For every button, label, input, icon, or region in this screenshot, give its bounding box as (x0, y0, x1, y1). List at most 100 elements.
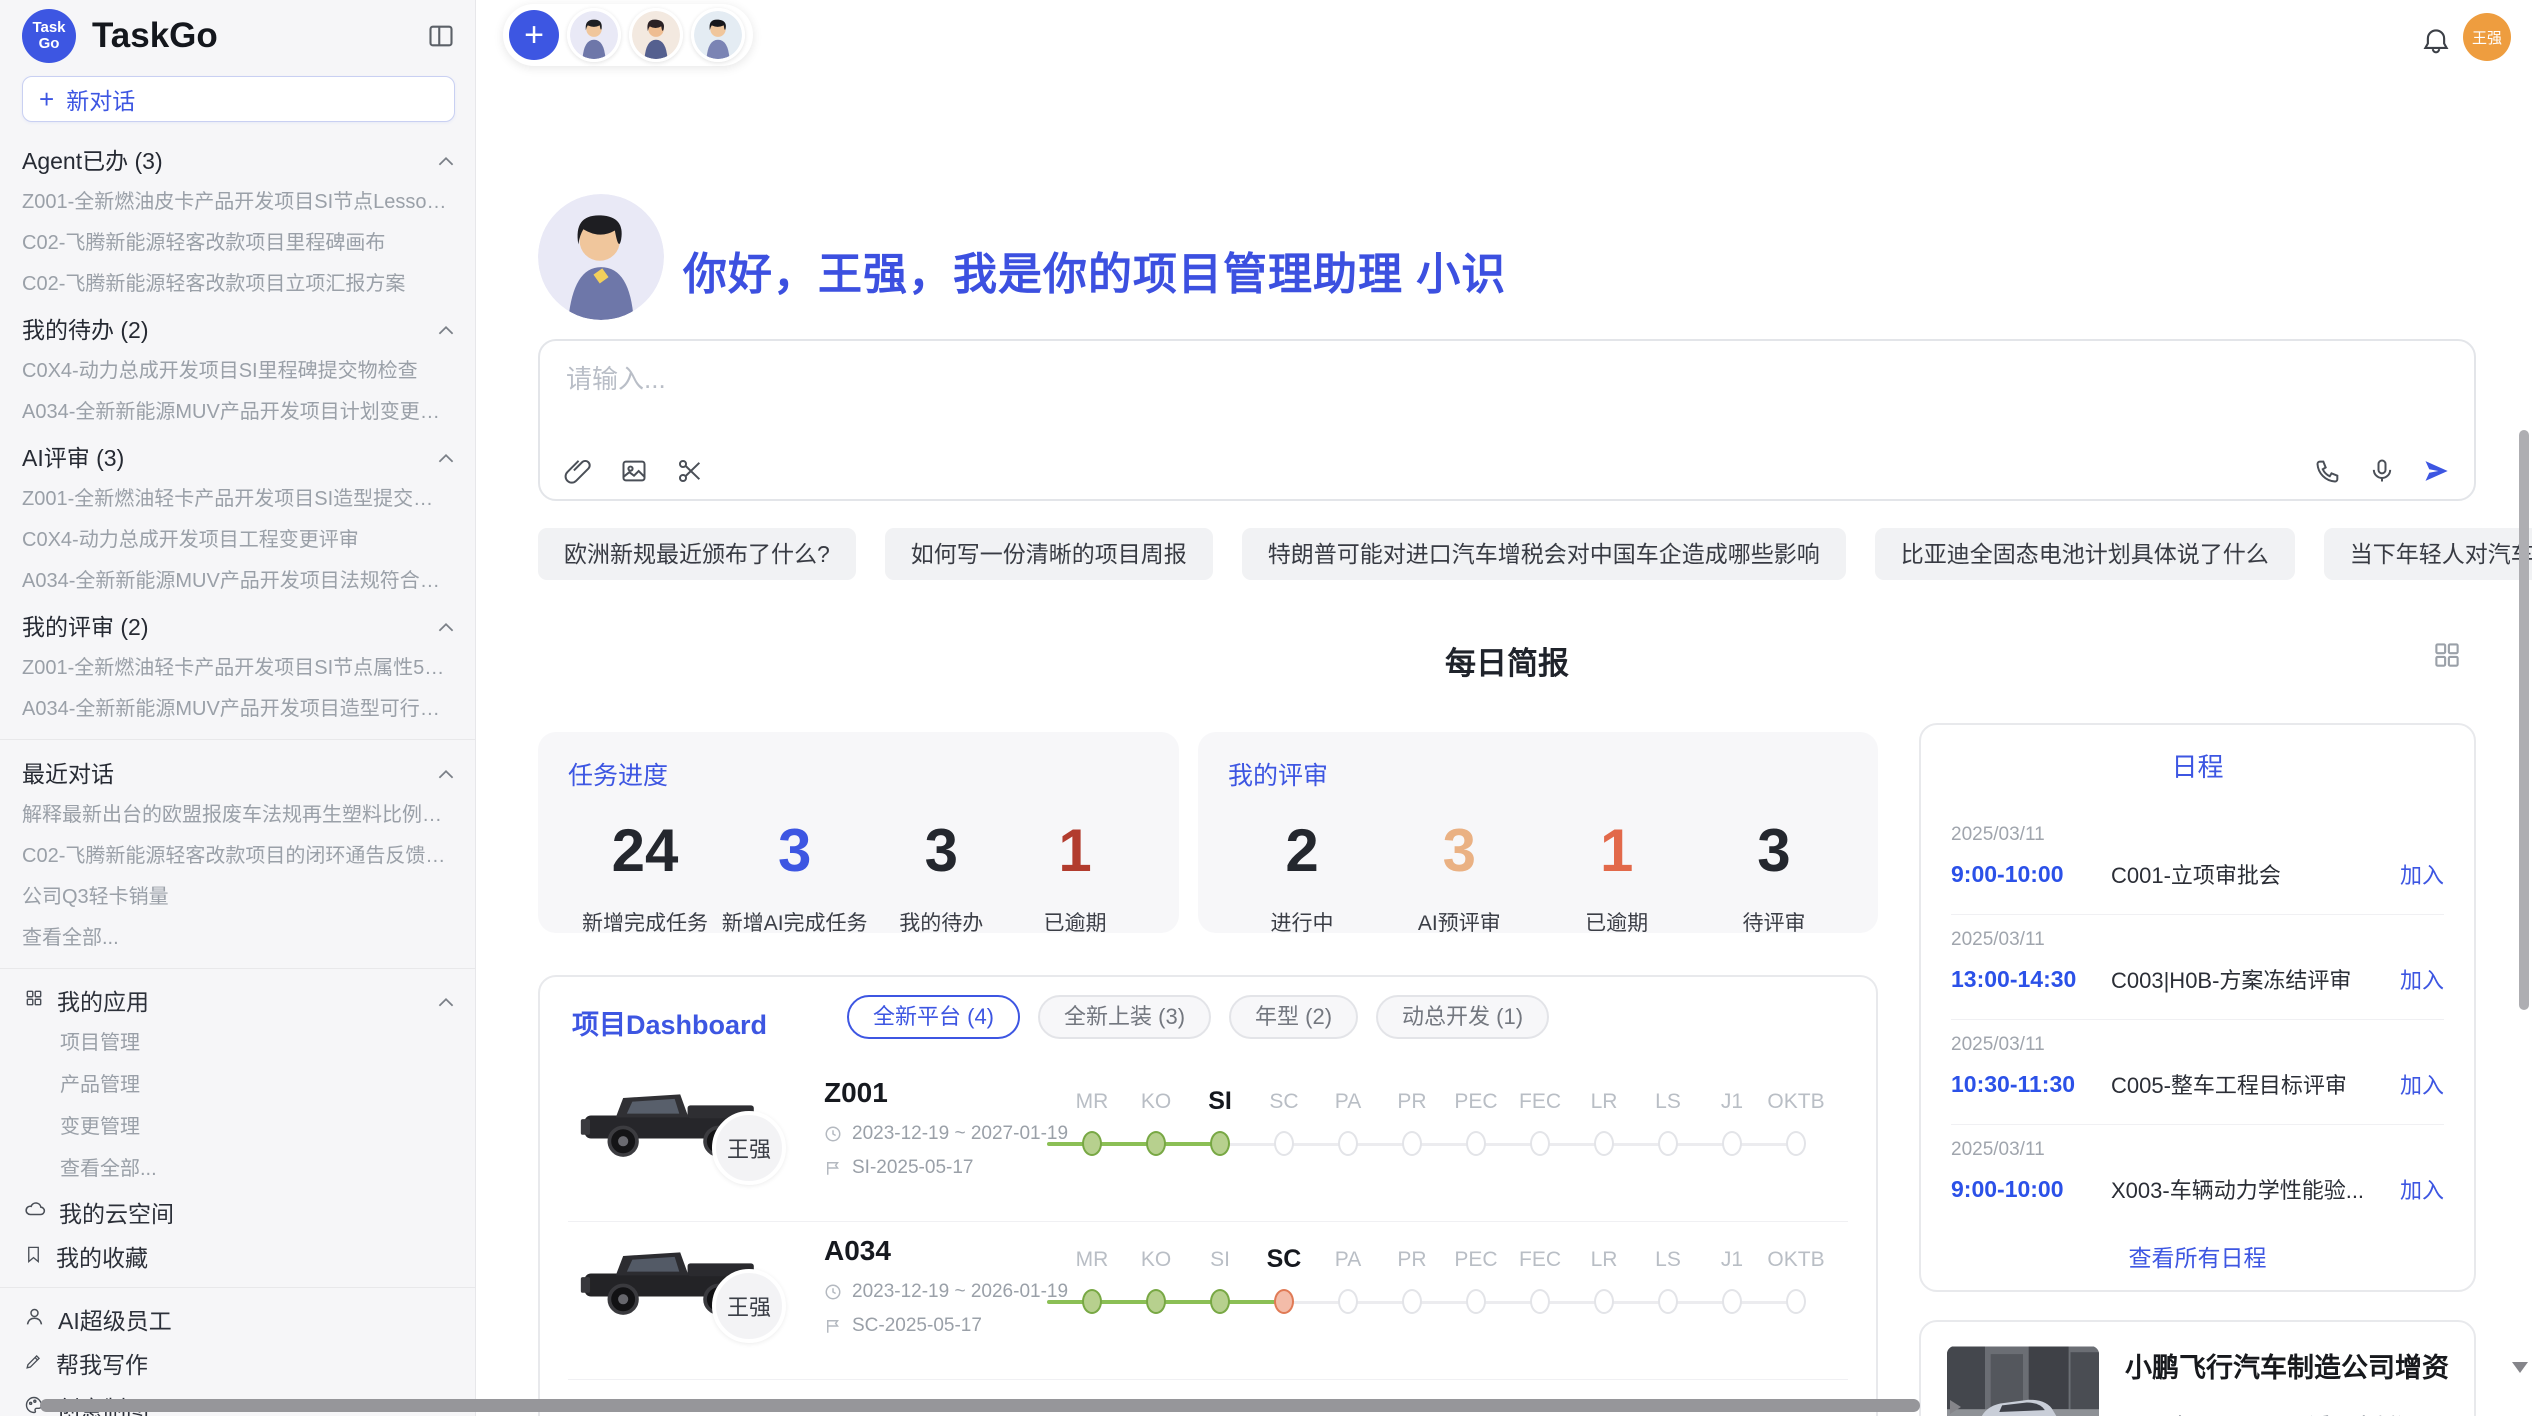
horizontal-scrollbar[interactable] (40, 1399, 1920, 1412)
view-all-schedule-link[interactable]: 查看所有日程 (1951, 1239, 2444, 1273)
my-reviews-card: 我的评审 2进行中3AI预评审1已逾期3待评审 (1198, 732, 1878, 933)
sidebar-section-header[interactable]: 最近对话 (0, 749, 475, 795)
flag-icon (824, 1317, 842, 1335)
schedule-meeting-title: X003-车辆动力学性能验... (2111, 1173, 2386, 1205)
milestone-dot (1082, 1289, 1102, 1314)
dashboard-tab[interactable]: 年型 (2) (1229, 995, 1358, 1039)
join-meeting-link[interactable]: 加入 (2400, 1068, 2444, 1100)
dashboard-tab[interactable]: 动总开发 (1) (1376, 995, 1549, 1039)
recent-conversation-item[interactable]: C02-飞腾新能源轻客改款项目的闭环通告反馈情况 (0, 836, 475, 877)
suggestion-chip[interactable]: 特朗普可能对进口汽车增税会对中国车企造成哪些影响 (1242, 528, 1846, 580)
milestone-label: OKTB (1764, 1090, 1828, 1114)
recent-conversation-item[interactable]: 公司Q3轻卡销量 (0, 877, 475, 918)
milestone-label: PEC (1444, 1090, 1508, 1114)
stat-column: 3 新增AI完成任务 (722, 816, 868, 937)
scroll-down-arrow-icon[interactable] (2512, 1362, 2528, 1373)
sidebar-section-header[interactable]: 我的待办 (2) (0, 305, 475, 351)
sidebar-item[interactable]: Z001-全新燃油轻卡产品开发项目SI节点属性5D文件评审 (0, 648, 475, 689)
sidebar-item[interactable]: C0X4-动力总成开发项目SI里程碑提交物检查 (0, 351, 475, 392)
sidebar-item[interactable]: Z001-全新燃油轻卡产品开发项目SI造型提交物评审 (0, 479, 475, 520)
milestone-label: KO (1124, 1248, 1188, 1272)
news-excerpt: 天眼查 App 显示，近日广州汇天飞行汽... (2125, 1409, 2448, 1416)
vertical-scrollbar[interactable] (2519, 430, 2529, 1010)
microphone-icon[interactable] (2368, 457, 2396, 485)
sidebar-section-header[interactable]: AI评审 (3) (0, 433, 475, 479)
stat-label: 新增AI完成任务 (722, 907, 868, 937)
milestone-dot (1466, 1289, 1486, 1314)
suggestion-chip[interactable]: 欧洲新规最近颁布了什么? (538, 528, 856, 580)
scissors-icon[interactable] (676, 457, 704, 485)
project-code: A034 (824, 1235, 891, 1267)
add-session-button[interactable]: + (509, 10, 559, 60)
sidebar-item-cloud[interactable]: 我的云空间 (0, 1190, 475, 1234)
attachment-icon[interactable] (564, 457, 592, 485)
suggestion-chip[interactable]: 如何写一份清晰的项目周报 (885, 528, 1213, 580)
milestone-label: PA (1316, 1248, 1380, 1272)
sidebar-app-item[interactable]: 查看全部... (0, 1148, 475, 1190)
dashboard-tab[interactable]: 全新平台 (4) (847, 995, 1020, 1039)
milestone-dot (1658, 1289, 1678, 1314)
scroll-right-arrow-icon[interactable] (1950, 1400, 1961, 1414)
chevron-up-icon[interactable] (437, 315, 455, 342)
grid-icon (24, 987, 44, 1014)
sidebar-section-header[interactable]: Agent已办 (3) (0, 136, 475, 182)
project-row[interactable]: 王强 Z001 2023-12-19 ~ 2027-01-19 SI-2025-… (540, 1065, 1878, 1217)
sidebar-item-my-apps[interactable]: 我的应用 (0, 978, 475, 1022)
session-avatar-1[interactable] (567, 8, 621, 62)
sidebar-item-bookmark[interactable]: 我的收藏 (0, 1234, 475, 1278)
sidebar-collapse-icon[interactable] (427, 22, 455, 50)
phone-icon[interactable] (2314, 457, 2342, 485)
milestone-dot (1402, 1289, 1422, 1314)
robot-icon (24, 1306, 45, 1333)
join-meeting-link[interactable]: 加入 (2400, 858, 2444, 890)
sidebar-header: Task Go TaskGo (0, 0, 475, 72)
schedule-time: 10:30-11:30 (1951, 1071, 2111, 1098)
sidebar-item[interactable]: Z001-全新燃油皮卡产品开发项目SI节点Lesson Learn报告 (0, 182, 475, 223)
notifications-bell-icon[interactable] (2421, 26, 2451, 56)
sidebar-item[interactable]: C02-飞腾新能源轻客改款项目立项汇报方案 (0, 264, 475, 305)
sidebar-item[interactable]: A034-全新新能源MUV产品开发项目造型可行性评审 (0, 689, 475, 730)
stat-column: 2进行中 (1242, 816, 1362, 937)
news-card[interactable]: 小鹏飞行汽车制造公司增资 天眼查 App 显示，近日广州汇天飞行汽... (1919, 1320, 2476, 1416)
chevron-up-icon[interactable] (437, 612, 455, 639)
sidebar-tool-item[interactable]: 帮我写作 (0, 1341, 475, 1385)
dashboard-tab[interactable]: 全新上装 (3) (1038, 995, 1211, 1039)
sidebar-section-header[interactable]: 我的评审 (2) (0, 602, 475, 648)
suggestion-chip[interactable]: 当下年轻人对汽车外观有怎样的喜好趋势 (2324, 528, 2532, 580)
join-meeting-link[interactable]: 加入 (2400, 963, 2444, 995)
sidebar-item[interactable]: A034-全新新能源MUV产品开发项目计划变更表编写 (0, 392, 475, 433)
stat-column: 3我的待办 (881, 816, 1001, 937)
send-icon[interactable] (2422, 457, 2450, 485)
sidebar-item[interactable]: A034-全新新能源MUV产品开发项目法规符合性评审 (0, 561, 475, 602)
session-avatar-2[interactable] (629, 8, 683, 62)
suggestion-chip[interactable]: 比亚迪全固态电池计划具体说了什么 (1875, 528, 2295, 580)
sidebar-item[interactable]: C0X4-动力总成开发项目工程变更评审 (0, 520, 475, 561)
sidebar-app-item[interactable]: 变更管理 (0, 1106, 475, 1148)
chevron-up-icon[interactable] (437, 443, 455, 470)
flag-icon (824, 1159, 842, 1177)
chevron-up-icon[interactable] (437, 759, 455, 786)
app-logo-line1: Task (32, 20, 65, 36)
sidebar-item-label: 我的收藏 (56, 1239, 455, 1273)
session-avatar-3[interactable] (691, 8, 745, 62)
sidebar-item[interactable]: C02-飞腾新能源轻客改款项目里程碑画布 (0, 223, 475, 264)
sidebar-app-item[interactable]: 产品管理 (0, 1064, 475, 1106)
divider (0, 739, 475, 740)
sidebar-app-item[interactable]: 项目管理 (0, 1022, 475, 1064)
recent-conversation-item[interactable]: 解释最新出台的欧盟报废车法规再生塑料比例被调至15%... (0, 795, 475, 836)
sidebar-tool-item[interactable]: AI超级员工 (0, 1297, 475, 1341)
join-meeting-link[interactable]: 加入 (2400, 1173, 2444, 1205)
recent-conversation-item[interactable]: 查看全部... (0, 918, 475, 959)
cloud-icon (24, 1198, 46, 1226)
user-avatar[interactable]: 王强 (2463, 13, 2511, 61)
stat-value: 3 (722, 816, 868, 885)
milestone-label: SC (1252, 1090, 1316, 1114)
image-icon[interactable] (620, 457, 648, 485)
chat-input[interactable] (564, 357, 2444, 437)
chevron-up-icon[interactable] (437, 146, 455, 173)
project-row[interactable]: 王强 A034 2023-12-19 ~ 2026-01-19 SC-2025-… (540, 1223, 1878, 1375)
layout-grid-icon[interactable] (2432, 640, 2462, 670)
chevron-up-icon[interactable] (437, 987, 455, 1014)
new-chat-button[interactable]: + 新对话 (22, 76, 455, 122)
project-owner-badge: 王强 (712, 1111, 786, 1185)
